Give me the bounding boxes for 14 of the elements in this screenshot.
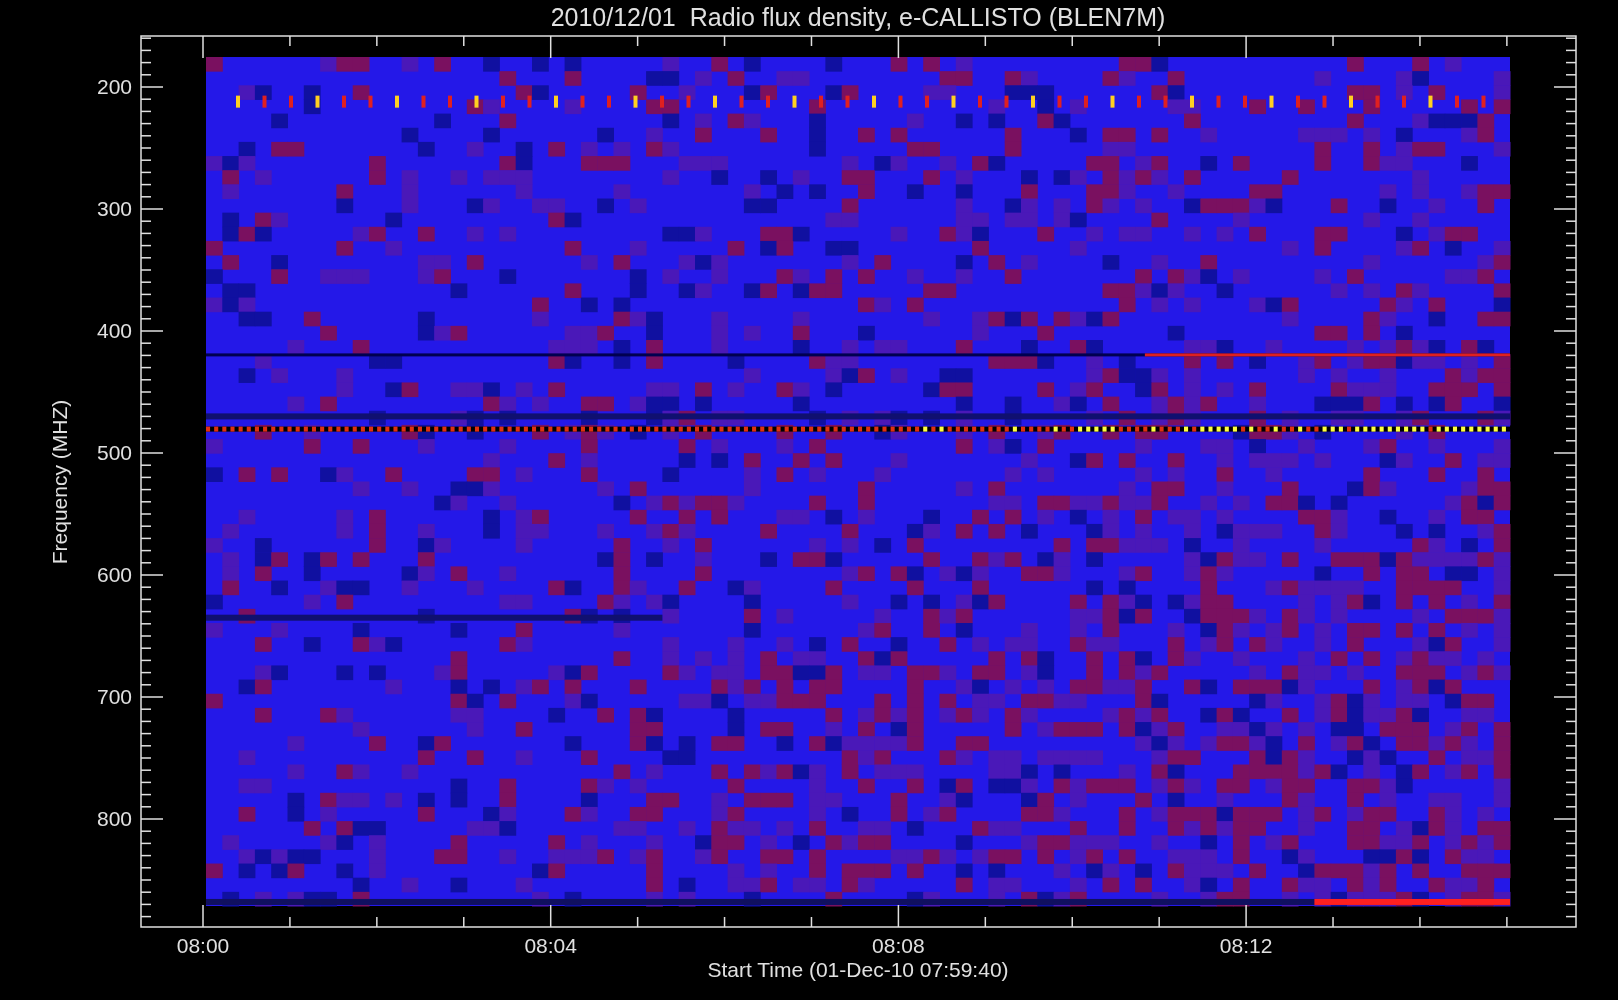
- y-tick-label: 300: [95, 197, 132, 221]
- x-tick-label: 08:12: [1218, 934, 1274, 958]
- y-tick-label: 800: [95, 807, 132, 831]
- x-tick-label: 08:04: [523, 934, 578, 958]
- x-tick-label: 08:08: [871, 934, 926, 958]
- y-axis-label: Frequency (MHZ): [48, 398, 72, 567]
- y-tick-label: 700: [95, 685, 132, 709]
- plot-title: 2010/12/01 Radio flux density, e-CALLISTO (BLEN7M): [549, 2, 1167, 32]
- y-tick-label: 500: [95, 441, 132, 465]
- y-tick-label: 400: [95, 319, 132, 343]
- y-tick-label: 200: [95, 75, 132, 99]
- y-tick-label: 600: [95, 563, 132, 587]
- x-axis-label: Start Time (01-Dec-10 07:59:40): [706, 958, 1010, 982]
- x-tick-label: 08:00: [175, 934, 231, 958]
